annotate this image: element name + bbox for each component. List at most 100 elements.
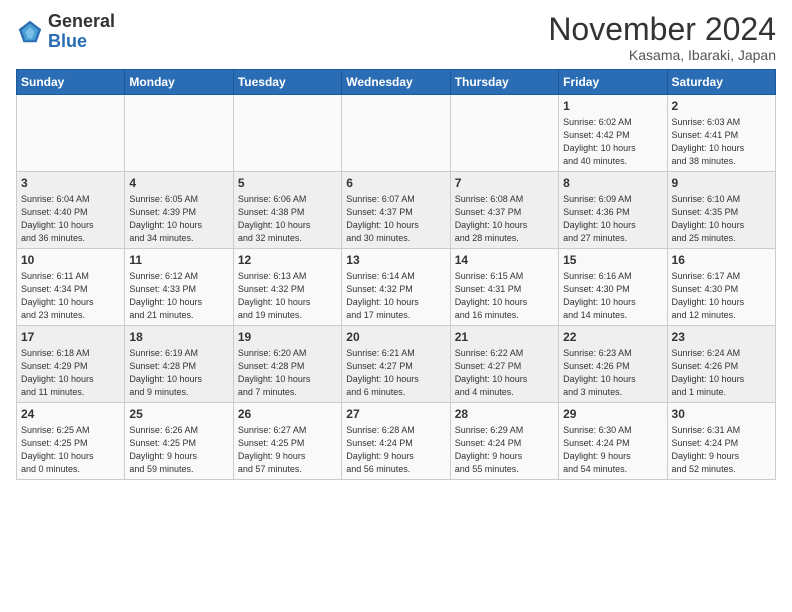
day-info: Sunrise: 6:24 AMSunset: 4:26 PMDaylight:…	[672, 347, 771, 399]
day-number: 20	[346, 329, 445, 346]
weekday-header-saturday: Saturday	[667, 70, 775, 95]
calendar-cell: 8Sunrise: 6:09 AMSunset: 4:36 PMDaylight…	[559, 172, 667, 249]
day-number: 19	[238, 329, 337, 346]
calendar-week-row: 3Sunrise: 6:04 AMSunset: 4:40 PMDaylight…	[17, 172, 776, 249]
day-info: Sunrise: 6:19 AMSunset: 4:28 PMDaylight:…	[129, 347, 228, 399]
calendar-cell: 16Sunrise: 6:17 AMSunset: 4:30 PMDayligh…	[667, 249, 775, 326]
day-number: 11	[129, 252, 228, 269]
calendar-header: SundayMondayTuesdayWednesdayThursdayFrid…	[17, 70, 776, 95]
calendar-cell: 10Sunrise: 6:11 AMSunset: 4:34 PMDayligh…	[17, 249, 125, 326]
day-number: 5	[238, 175, 337, 192]
weekday-header-row: SundayMondayTuesdayWednesdayThursdayFrid…	[17, 70, 776, 95]
calendar-cell: 18Sunrise: 6:19 AMSunset: 4:28 PMDayligh…	[125, 326, 233, 403]
weekday-header-thursday: Thursday	[450, 70, 558, 95]
day-number: 8	[563, 175, 662, 192]
calendar-cell: 25Sunrise: 6:26 AMSunset: 4:25 PMDayligh…	[125, 403, 233, 480]
day-number: 10	[21, 252, 120, 269]
day-info: Sunrise: 6:11 AMSunset: 4:34 PMDaylight:…	[21, 270, 120, 322]
day-info: Sunrise: 6:05 AMSunset: 4:39 PMDaylight:…	[129, 193, 228, 245]
day-info: Sunrise: 6:21 AMSunset: 4:27 PMDaylight:…	[346, 347, 445, 399]
calendar-table: SundayMondayTuesdayWednesdayThursdayFrid…	[16, 69, 776, 480]
day-info: Sunrise: 6:04 AMSunset: 4:40 PMDaylight:…	[21, 193, 120, 245]
day-info: Sunrise: 6:09 AMSunset: 4:36 PMDaylight:…	[563, 193, 662, 245]
day-number: 4	[129, 175, 228, 192]
day-number: 13	[346, 252, 445, 269]
calendar-cell: 2Sunrise: 6:03 AMSunset: 4:41 PMDaylight…	[667, 95, 775, 172]
day-info: Sunrise: 6:17 AMSunset: 4:30 PMDaylight:…	[672, 270, 771, 322]
weekday-header-tuesday: Tuesday	[233, 70, 341, 95]
day-info: Sunrise: 6:07 AMSunset: 4:37 PMDaylight:…	[346, 193, 445, 245]
calendar-cell: 26Sunrise: 6:27 AMSunset: 4:25 PMDayligh…	[233, 403, 341, 480]
weekday-header-monday: Monday	[125, 70, 233, 95]
day-number: 28	[455, 406, 554, 423]
calendar-cell: 7Sunrise: 6:08 AMSunset: 4:37 PMDaylight…	[450, 172, 558, 249]
calendar-cell: 15Sunrise: 6:16 AMSunset: 4:30 PMDayligh…	[559, 249, 667, 326]
logo-general: General	[48, 11, 115, 31]
header: General Blue November 2024 Kasama, Ibara…	[16, 12, 776, 63]
day-info: Sunrise: 6:28 AMSunset: 4:24 PMDaylight:…	[346, 424, 445, 476]
logo: General Blue	[16, 12, 115, 52]
title-block: November 2024 Kasama, Ibaraki, Japan	[548, 12, 776, 63]
day-info: Sunrise: 6:13 AMSunset: 4:32 PMDaylight:…	[238, 270, 337, 322]
calendar-cell	[233, 95, 341, 172]
day-number: 25	[129, 406, 228, 423]
page-container: General Blue November 2024 Kasama, Ibara…	[0, 0, 792, 488]
day-info: Sunrise: 6:31 AMSunset: 4:24 PMDaylight:…	[672, 424, 771, 476]
day-info: Sunrise: 6:15 AMSunset: 4:31 PMDaylight:…	[455, 270, 554, 322]
calendar-cell: 27Sunrise: 6:28 AMSunset: 4:24 PMDayligh…	[342, 403, 450, 480]
calendar-cell: 24Sunrise: 6:25 AMSunset: 4:25 PMDayligh…	[17, 403, 125, 480]
calendar-cell: 4Sunrise: 6:05 AMSunset: 4:39 PMDaylight…	[125, 172, 233, 249]
calendar-week-row: 24Sunrise: 6:25 AMSunset: 4:25 PMDayligh…	[17, 403, 776, 480]
day-number: 2	[672, 98, 771, 115]
day-number: 22	[563, 329, 662, 346]
day-number: 12	[238, 252, 337, 269]
calendar-cell: 20Sunrise: 6:21 AMSunset: 4:27 PMDayligh…	[342, 326, 450, 403]
day-info: Sunrise: 6:25 AMSunset: 4:25 PMDaylight:…	[21, 424, 120, 476]
day-info: Sunrise: 6:20 AMSunset: 4:28 PMDaylight:…	[238, 347, 337, 399]
day-info: Sunrise: 6:18 AMSunset: 4:29 PMDaylight:…	[21, 347, 120, 399]
logo-icon	[16, 18, 44, 46]
day-number: 27	[346, 406, 445, 423]
day-number: 16	[672, 252, 771, 269]
calendar-cell: 28Sunrise: 6:29 AMSunset: 4:24 PMDayligh…	[450, 403, 558, 480]
day-info: Sunrise: 6:08 AMSunset: 4:37 PMDaylight:…	[455, 193, 554, 245]
calendar-cell: 21Sunrise: 6:22 AMSunset: 4:27 PMDayligh…	[450, 326, 558, 403]
weekday-header-sunday: Sunday	[17, 70, 125, 95]
day-number: 9	[672, 175, 771, 192]
day-info: Sunrise: 6:03 AMSunset: 4:41 PMDaylight:…	[672, 116, 771, 168]
calendar-cell	[342, 95, 450, 172]
calendar-cell: 3Sunrise: 6:04 AMSunset: 4:40 PMDaylight…	[17, 172, 125, 249]
calendar-body: 1Sunrise: 6:02 AMSunset: 4:42 PMDaylight…	[17, 95, 776, 480]
day-number: 29	[563, 406, 662, 423]
calendar-cell: 11Sunrise: 6:12 AMSunset: 4:33 PMDayligh…	[125, 249, 233, 326]
day-info: Sunrise: 6:02 AMSunset: 4:42 PMDaylight:…	[563, 116, 662, 168]
day-number: 6	[346, 175, 445, 192]
day-number: 21	[455, 329, 554, 346]
day-info: Sunrise: 6:10 AMSunset: 4:35 PMDaylight:…	[672, 193, 771, 245]
day-number: 23	[672, 329, 771, 346]
day-number: 14	[455, 252, 554, 269]
logo-blue: Blue	[48, 31, 87, 51]
day-info: Sunrise: 6:14 AMSunset: 4:32 PMDaylight:…	[346, 270, 445, 322]
weekday-header-wednesday: Wednesday	[342, 70, 450, 95]
calendar-cell	[17, 95, 125, 172]
calendar-cell: 22Sunrise: 6:23 AMSunset: 4:26 PMDayligh…	[559, 326, 667, 403]
weekday-header-friday: Friday	[559, 70, 667, 95]
calendar-cell: 12Sunrise: 6:13 AMSunset: 4:32 PMDayligh…	[233, 249, 341, 326]
calendar-week-row: 17Sunrise: 6:18 AMSunset: 4:29 PMDayligh…	[17, 326, 776, 403]
day-number: 18	[129, 329, 228, 346]
day-number: 30	[672, 406, 771, 423]
calendar-cell: 23Sunrise: 6:24 AMSunset: 4:26 PMDayligh…	[667, 326, 775, 403]
calendar-cell: 1Sunrise: 6:02 AMSunset: 4:42 PMDaylight…	[559, 95, 667, 172]
day-number: 15	[563, 252, 662, 269]
day-info: Sunrise: 6:23 AMSunset: 4:26 PMDaylight:…	[563, 347, 662, 399]
day-info: Sunrise: 6:22 AMSunset: 4:27 PMDaylight:…	[455, 347, 554, 399]
month-title: November 2024	[548, 12, 776, 47]
calendar-cell	[450, 95, 558, 172]
day-info: Sunrise: 6:06 AMSunset: 4:38 PMDaylight:…	[238, 193, 337, 245]
day-info: Sunrise: 6:26 AMSunset: 4:25 PMDaylight:…	[129, 424, 228, 476]
day-number: 17	[21, 329, 120, 346]
calendar-cell: 13Sunrise: 6:14 AMSunset: 4:32 PMDayligh…	[342, 249, 450, 326]
day-info: Sunrise: 6:16 AMSunset: 4:30 PMDaylight:…	[563, 270, 662, 322]
day-number: 3	[21, 175, 120, 192]
